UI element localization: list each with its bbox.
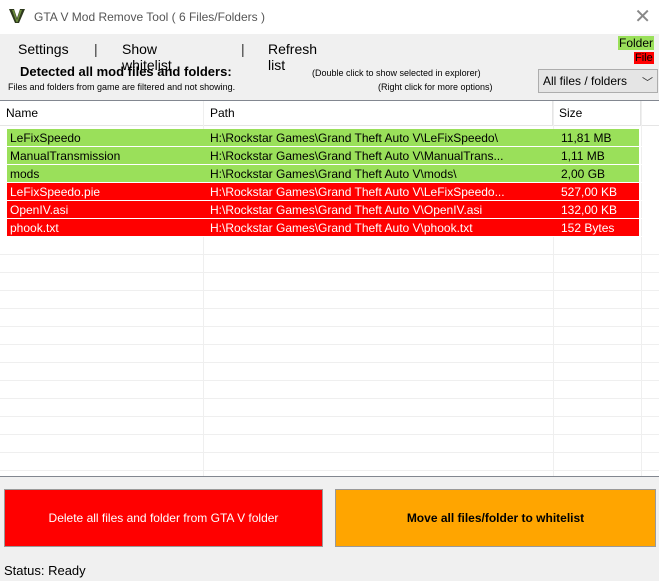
move-to-whitelist-button[interactable]: Move all files/folder to whitelist xyxy=(335,489,656,547)
move-to-whitelist-label: Move all files/folder to whitelist xyxy=(406,511,585,525)
grid-line xyxy=(0,470,659,471)
right-click-hint: (Right click for more options) xyxy=(378,82,493,92)
menu-separator: | xyxy=(241,41,245,57)
cell-path: H:\Rockstar Games\Grand Theft Auto V\mod… xyxy=(210,167,457,181)
status-text: Status: Ready xyxy=(4,563,86,578)
list-row[interactable]: OpenIV.asi H:\Rockstar Games\Grand Theft … xyxy=(0,201,659,219)
cell-name: LeFixSpeedo xyxy=(10,131,81,145)
grid-line xyxy=(0,362,659,363)
list-rows: LeFixSpeedo H:\Rockstar Games\Grand Theft… xyxy=(0,129,659,237)
cell-path: H:\Rockstar Games\Grand Theft Auto V\Ope… xyxy=(210,203,483,217)
window-title: GTA V Mod Remove Tool ( 6 Files/Folders … xyxy=(34,10,265,24)
mod-files-list[interactable]: Name Path Size LeFixSpeedo H:\Rockstar Ga… xyxy=(0,100,659,477)
cell-size: 1,11 MB xyxy=(561,149,605,163)
cell-path: H:\Rockstar Games\Grand Theft Auto V\Man… xyxy=(210,149,504,163)
filter-dropdown-value: All files / folders xyxy=(543,74,628,88)
detected-heading: Detected all mod files and folders: xyxy=(20,64,232,79)
grid-line xyxy=(0,434,659,435)
double-click-hint: (Double click to show selected in explor… xyxy=(312,68,481,78)
column-header-size[interactable]: Size xyxy=(553,101,641,125)
column-header-name[interactable]: Name xyxy=(0,101,204,125)
cell-name: LeFixSpeedo.pie xyxy=(10,185,101,199)
status-bar: Status: Ready xyxy=(0,558,659,581)
gta-v-logo-icon xyxy=(9,9,25,23)
menu-refresh-list[interactable]: Refresh list xyxy=(268,41,317,73)
close-icon[interactable]: ✕ xyxy=(634,4,651,29)
cell-size: 2,00 GB xyxy=(561,167,606,181)
grid-line xyxy=(0,416,659,417)
legend-file: File xyxy=(634,52,654,64)
grid-line xyxy=(0,380,659,381)
grid-line xyxy=(0,272,659,273)
cell-size: 11,81 MB xyxy=(561,131,612,145)
chevron-down-icon: ﹀ xyxy=(642,77,653,89)
menu-separator: | xyxy=(94,41,98,57)
cell-name: ManualTransmission xyxy=(10,149,121,163)
filter-dropdown[interactable]: All files / folders ﹀ xyxy=(538,69,658,93)
list-row[interactable]: mods H:\Rockstar Games\Grand Theft Auto V… xyxy=(0,165,659,183)
cell-name: phook.txt xyxy=(10,221,59,235)
column-header-path[interactable]: Path xyxy=(204,101,553,125)
list-row[interactable]: LeFixSpeedo.pie H:\Rockstar Games\Grand T… xyxy=(0,183,659,201)
cell-path: H:\Rockstar Games\Grand Theft Auto V\LeF… xyxy=(210,131,498,145)
grid-line xyxy=(0,326,659,327)
list-header: Name Path Size xyxy=(0,101,659,126)
filtered-note: Files and folders from game are filtered… xyxy=(8,82,236,92)
cell-name: OpenIV.asi xyxy=(10,203,69,217)
cell-path: H:\Rockstar Games\Grand Theft Auto V\LeF… xyxy=(210,185,505,199)
list-row[interactable]: ManualTransmission H:\Rockstar Games\Gran… xyxy=(0,147,659,165)
title-bar: GTA V Mod Remove Tool ( 6 Files/Folders … xyxy=(0,0,659,34)
delete-all-label: Delete all files and folder from GTA V f… xyxy=(48,511,279,525)
cell-size: 152 Bytes xyxy=(561,221,615,235)
list-row[interactable]: phook.txt H:\Rockstar Games\Grand Theft A… xyxy=(0,219,659,237)
grid-line xyxy=(0,308,659,309)
cell-size: 132,00 KB xyxy=(561,203,618,217)
cell-size: 527,00 KB xyxy=(561,185,618,199)
delete-all-button[interactable]: Delete all files and folder from GTA V f… xyxy=(4,489,323,547)
grid-line xyxy=(0,398,659,399)
menu-settings[interactable]: Settings xyxy=(18,41,69,57)
grid-line xyxy=(0,344,659,345)
cell-name: mods xyxy=(10,167,40,181)
list-row[interactable]: LeFixSpeedo H:\Rockstar Games\Grand Theft… xyxy=(0,129,659,147)
legend-folder: Folder xyxy=(618,36,655,50)
cell-path: H:\Rockstar Games\Grand Theft Auto V\pho… xyxy=(210,221,473,235)
grid-line xyxy=(0,290,659,291)
grid-line xyxy=(0,452,659,453)
grid-line xyxy=(0,254,659,255)
